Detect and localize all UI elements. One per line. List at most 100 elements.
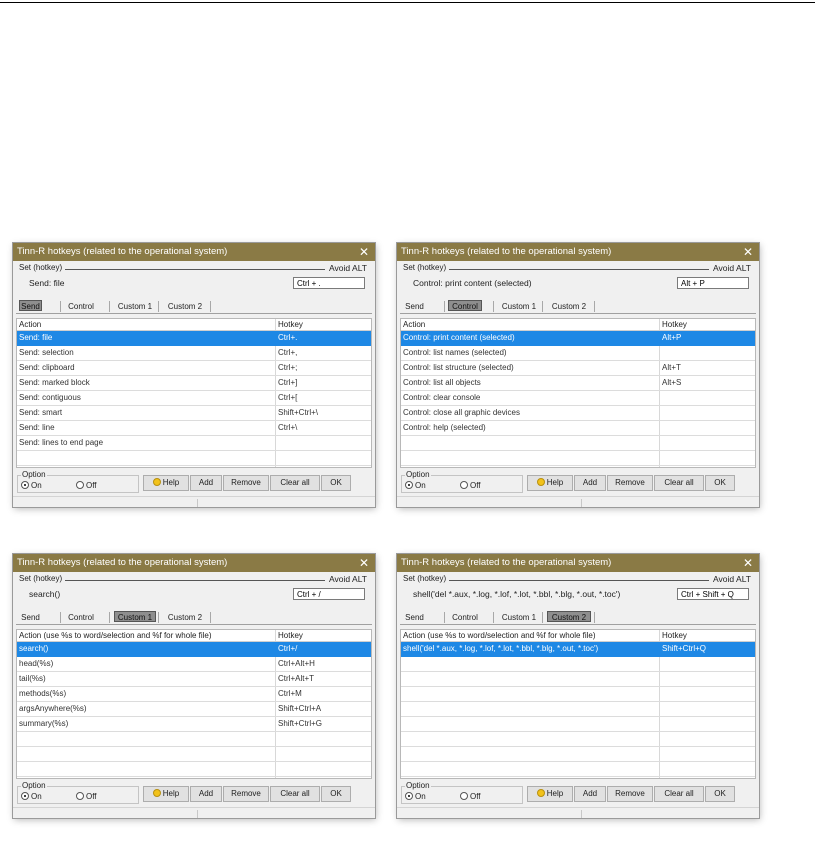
tab-control[interactable]: Control [64,612,98,623]
radio-off[interactable]: Off [460,792,481,802]
tab-custom-1[interactable]: Custom 1 [114,611,156,622]
table-row[interactable]: Send: file Ctrl+. [17,331,371,346]
clear-all-button[interactable]: Clear all [654,475,704,491]
clear-all-button[interactable]: Clear all [270,475,320,491]
tab-custom-1[interactable]: Custom 1 [498,301,540,312]
column-header-hotkey: Hotkey [278,631,303,640]
table-row[interactable]: Control: help (selected) [401,421,755,436]
tab-custom-1[interactable]: Custom 1 [498,612,540,623]
radio-on[interactable]: On [405,792,426,802]
table-row[interactable] [401,436,755,451]
table-row[interactable] [401,451,755,466]
table-row[interactable]: Send: selection Ctrl+, [17,346,371,361]
radio-on[interactable]: On [21,792,42,802]
tab-separator [444,612,445,623]
ok-button[interactable]: OK [321,786,351,802]
close-icon[interactable]: ✕ [359,243,369,261]
tab-custom-2[interactable]: Custom 2 [547,301,591,312]
help-button[interactable]: Help [527,786,573,802]
table-row[interactable]: summary(%s) Shift+Ctrl+G [17,717,371,732]
remove-button[interactable]: Remove [223,786,269,802]
add-button[interactable]: Add [574,786,606,802]
close-icon[interactable]: ✕ [743,554,753,572]
table-row[interactable] [401,762,755,777]
tab-control[interactable]: Control [64,301,98,312]
row-hotkey: Alt+T [662,363,681,372]
table-row[interactable] [401,747,755,762]
table-row[interactable] [401,732,755,747]
table-row[interactable]: Send: contiguous Ctrl+[ [17,391,371,406]
remove-button[interactable]: Remove [607,475,653,491]
close-icon[interactable]: ✕ [743,243,753,261]
lightbulb-icon [152,789,161,797]
radio-off[interactable]: Off [76,792,97,802]
remove-button[interactable]: Remove [607,786,653,802]
table-row[interactable]: head(%s) Ctrl+Alt+H [17,657,371,672]
add-button[interactable]: Add [190,786,222,802]
radio-on[interactable]: On [405,481,426,491]
table-row[interactable]: Send: smart Shift+Ctrl+\ [17,406,371,421]
radio-off[interactable]: Off [76,481,97,491]
table-row[interactable] [401,657,755,672]
table-row[interactable]: tail(%s) Ctrl+Alt+T [17,672,371,687]
table-row[interactable]: Control: close all graphic devices [401,406,755,421]
set-hotkey-label: Set (hotkey) [19,574,65,583]
table-row[interactable] [17,732,371,747]
column-header-action: Action (use %s to word/selection and %f … [403,631,596,640]
table-row[interactable] [17,747,371,762]
clear-all-button[interactable]: Clear all [270,786,320,802]
tab-control[interactable]: Control [448,612,482,623]
page-top-rule [0,2,815,3]
tab-send[interactable]: Send [403,301,426,312]
row-action: Send: selection [19,348,74,357]
table-row[interactable] [401,702,755,717]
hotkey-input[interactable]: Ctrl + Shift + Q [677,588,749,600]
table-row[interactable]: Send: marked block Ctrl+] [17,376,371,391]
hotkey-input[interactable]: Ctrl + . [293,277,365,289]
tab-send[interactable]: Send [19,300,42,311]
clear-all-button[interactable]: Clear all [654,786,704,802]
table-row[interactable] [17,762,371,777]
tab-control[interactable]: Control [448,300,482,311]
table-row[interactable] [401,672,755,687]
help-button[interactable]: Help [143,475,189,491]
table-row[interactable]: Send: line Ctrl+\ [17,421,371,436]
table-row[interactable]: argsAnywhere(%s) Shift+Ctrl+A [17,702,371,717]
hotkey-input[interactable]: Ctrl + / [293,588,365,600]
tab-send[interactable]: Send [403,612,426,623]
close-icon[interactable]: ✕ [359,554,369,572]
table-row[interactable] [401,687,755,702]
row-hotkey: Ctrl+Alt+T [278,674,315,683]
ok-button[interactable]: OK [321,475,351,491]
table-row[interactable]: Control: list all objects Alt+S [401,376,755,391]
table-row[interactable]: Control: list structure (selected) Alt+T [401,361,755,376]
button-row: Help Add Remove Clear all OK [143,475,352,491]
table-row[interactable] [17,451,371,466]
radio-off[interactable]: Off [460,481,481,491]
table-row[interactable]: Control: print content (selected) Alt+P [401,331,755,346]
tab-custom-1[interactable]: Custom 1 [114,301,156,312]
radio-on-label: On [415,481,426,490]
tab-custom-2[interactable]: Custom 2 [163,301,207,312]
status-bar [397,496,759,507]
table-row[interactable]: Control: list names (selected) [401,346,755,361]
hotkey-input[interactable]: Alt + P [677,277,749,289]
table-row[interactable] [401,717,755,732]
table-row[interactable]: methods(%s) Ctrl+M [17,687,371,702]
table-row[interactable]: shell('del *.aux, *.log, *.lof, *.lot, *… [401,642,755,657]
ok-button[interactable]: OK [705,475,735,491]
ok-button[interactable]: OK [705,786,735,802]
tab-send[interactable]: Send [19,612,42,623]
help-button[interactable]: Help [527,475,573,491]
tab-custom-2[interactable]: Custom 2 [547,611,591,622]
add-button[interactable]: Add [574,475,606,491]
table-row[interactable]: Send: clipboard Ctrl+; [17,361,371,376]
table-row[interactable]: Control: clear console [401,391,755,406]
table-row[interactable]: search() Ctrl+/ [17,642,371,657]
radio-on[interactable]: On [21,481,42,491]
tab-custom-2[interactable]: Custom 2 [163,612,207,623]
help-button[interactable]: Help [143,786,189,802]
remove-button[interactable]: Remove [223,475,269,491]
table-row[interactable]: Send: lines to end page [17,436,371,451]
add-button[interactable]: Add [190,475,222,491]
